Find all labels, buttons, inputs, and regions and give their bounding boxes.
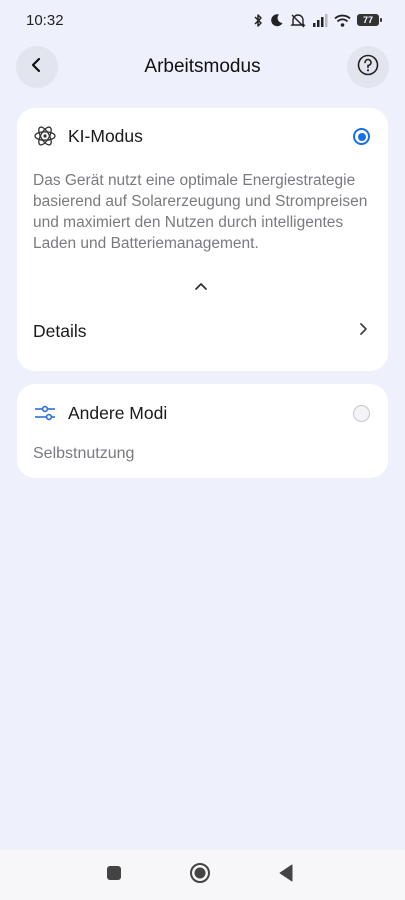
mute-icon [290,13,306,28]
moon-icon [270,13,284,27]
recents-button[interactable] [106,850,122,900]
signal-icon [312,13,328,27]
home-button[interactable] [189,850,211,900]
atom-icon [33,124,57,148]
chevron-up-icon[interactable] [194,278,208,296]
home-circle-icon [189,862,211,889]
ki-mode-radio[interactable] [353,128,370,145]
wifi-icon [334,14,351,27]
help-button[interactable] [347,46,389,88]
ki-mode-label: KI-Modus [68,125,143,146]
other-modes-card[interactable]: Andere Modi Selbstnutzung [17,384,388,478]
question-circle-icon [357,54,379,81]
other-modes-sublabel: Selbstnutzung [33,445,135,462]
chevron-right-icon [358,322,368,341]
other-modes-header: Andere Modi [33,401,372,425]
other-modes-radio[interactable] [353,405,370,422]
bluetooth-icon [253,13,264,28]
battery-icon: 77 [357,14,382,26]
header: Arbeitsmodus [0,46,405,88]
back-triangle-icon [278,864,294,887]
details-label: Details [33,320,87,341]
status-time: 10:32 [26,11,64,29]
navigation-bar [0,850,405,900]
page-title: Arbeitsmodus [144,56,261,77]
chevron-left-icon [30,57,44,78]
ki-mode-description: Das Gerät nutzt eine optimale Energiestr… [33,172,368,252]
details-row[interactable]: Details [33,318,368,344]
back-button[interactable] [16,46,58,88]
back-nav-button[interactable] [278,850,294,900]
status-bar: 10:32 77 [0,0,405,40]
ki-mode-header: KI-Modus [33,124,372,148]
sliders-icon [33,401,57,425]
other-modes-label: Andere Modi [68,402,168,423]
screen: 10:32 77 Arbeitsmodus KI-Modus Das Gerät… [0,0,405,900]
ki-mode-card[interactable]: KI-Modus Das Gerät nutzt eine optimale E… [17,108,388,371]
square-icon [106,865,122,886]
status-icons: 77 [253,13,382,28]
